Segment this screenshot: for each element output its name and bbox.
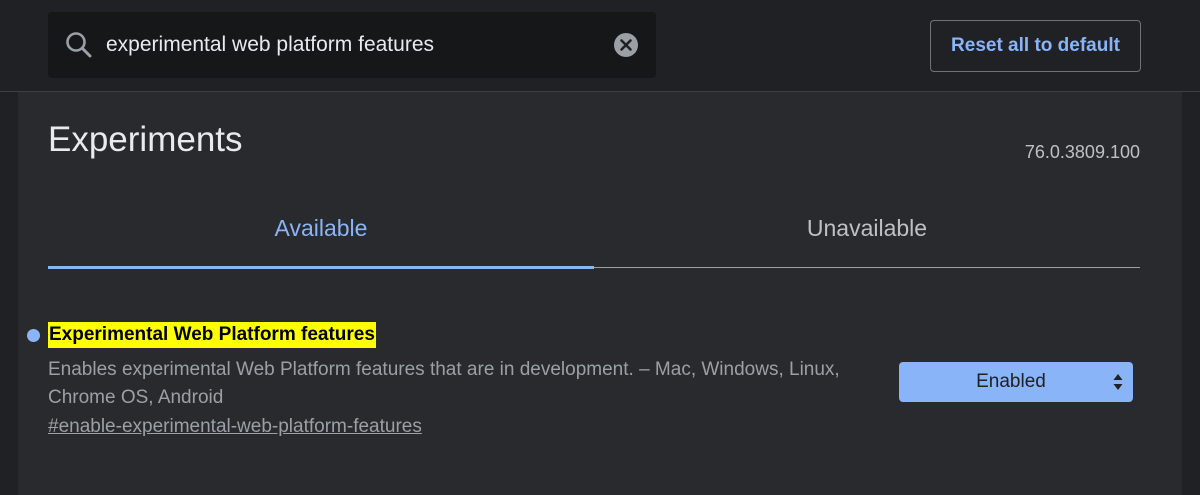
experiment-permalink[interactable]: #enable-experimental-web-platform-featur… (48, 416, 422, 438)
search-icon (66, 32, 92, 58)
experiment-item: Experimental Web Platform features Enabl… (18, 320, 1182, 450)
clear-icon[interactable] (614, 33, 638, 57)
search-box[interactable] (48, 12, 656, 78)
search-input[interactable] (106, 12, 596, 78)
experiment-description: Enables experimental Web Platform featur… (48, 359, 840, 408)
chevron-up-down-icon (1113, 374, 1123, 390)
version-label: 76.0.3809.100 (1024, 142, 1140, 162)
experiment-state-select[interactable]: Enabled (899, 362, 1133, 402)
page-title: Experiments (48, 120, 243, 159)
header-bar: Reset all to default (0, 0, 1200, 92)
reset-all-button[interactable]: Reset all to default (930, 20, 1141, 72)
experiments-panel: Experiments 76.0.3809.100 Available Unav… (18, 92, 1182, 495)
experiment-name: Experimental Web Platform features (48, 322, 376, 348)
tab-unavailable[interactable]: Unavailable (594, 202, 1140, 268)
tab-available[interactable]: Available (48, 202, 594, 269)
tab-bar: Available Unavailable (48, 202, 1140, 269)
modified-indicator-dot (27, 329, 40, 342)
select-value: Enabled (976, 371, 1046, 392)
